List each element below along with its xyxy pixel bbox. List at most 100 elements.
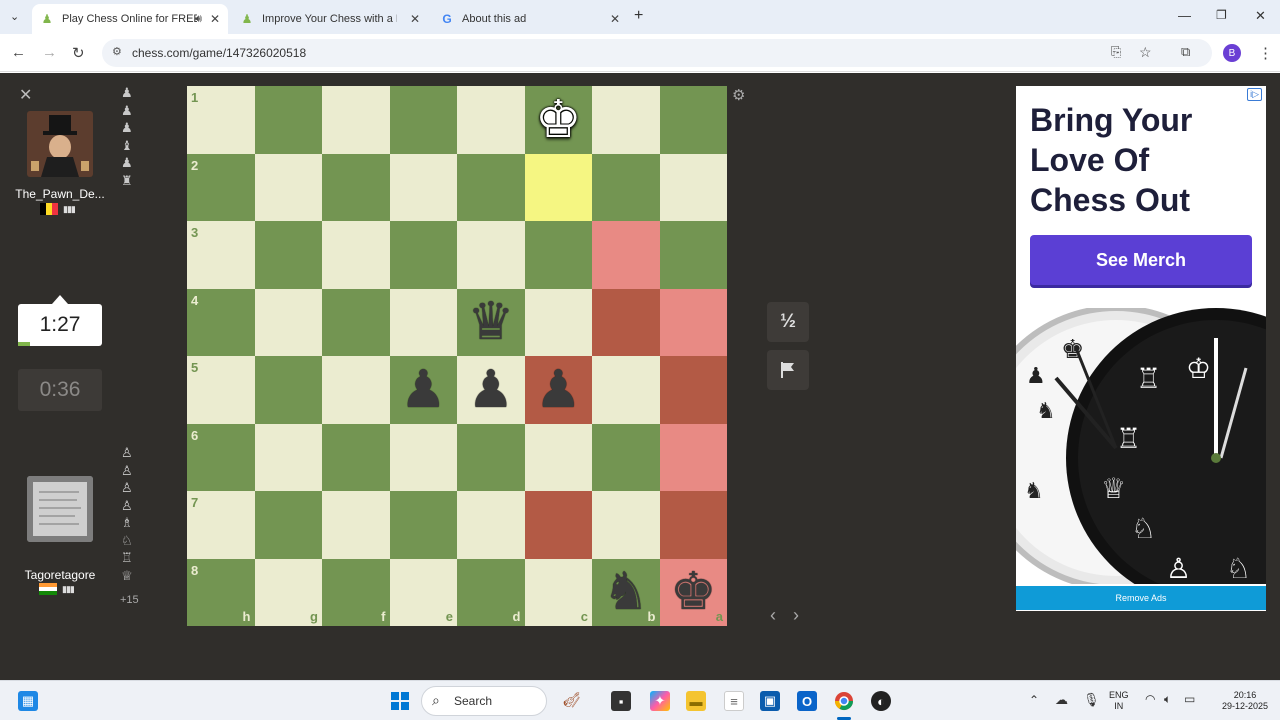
board-square[interactable]: d (457, 558, 525, 626)
windows-start-icon[interactable] (390, 691, 410, 711)
extensions-icon[interactable]: ⧉ (1181, 44, 1190, 60)
input-language[interactable]: ENG IN (1109, 690, 1129, 712)
board-square[interactable] (592, 221, 660, 289)
install-app-icon[interactable]: ⎘ (1111, 44, 1121, 60)
bookmark-star-icon[interactable]: ☆ (1139, 44, 1152, 61)
board-square[interactable]: ♟ (457, 356, 525, 424)
board-square[interactable] (524, 221, 592, 289)
board-square[interactable] (524, 423, 592, 491)
board-square[interactable] (254, 221, 322, 289)
close-tab-icon[interactable]: ✕ (210, 12, 220, 26)
reload-icon[interactable]: ↻ (72, 44, 85, 62)
store-icon[interactable]: ▣ (760, 691, 780, 711)
board-square[interactable] (389, 288, 457, 356)
outlook-icon[interactable]: O (797, 691, 817, 711)
board-square[interactable] (322, 423, 390, 491)
restore-icon[interactable]: ❐ (1216, 8, 1227, 22)
board-square[interactable]: 8h (187, 558, 255, 626)
board-square[interactable] (322, 153, 390, 221)
remove-ads-button[interactable]: Remove Ads (1016, 586, 1266, 610)
board-square[interactable] (592, 86, 660, 154)
board-square[interactable] (389, 153, 457, 221)
tab-search-chevron-icon[interactable]: ⌄ (10, 10, 19, 23)
close-icon[interactable]: ✕ (19, 85, 32, 105)
taskbar-search-input[interactable]: ⌕ Search 🎻︎ (421, 686, 581, 716)
avatar[interactable] (27, 476, 93, 542)
tab-about-ad[interactable]: G About this ad ✕ (432, 4, 628, 34)
board-square[interactable] (659, 288, 727, 356)
draw-offer-button[interactable]: ½ (767, 302, 809, 342)
next-move-icon[interactable]: › (793, 605, 799, 626)
board-square[interactable] (389, 423, 457, 491)
board-square[interactable] (457, 153, 525, 221)
volume-icon[interactable]: 🔈︎ (1164, 692, 1171, 707)
board-square[interactable]: ♛ (457, 288, 525, 357)
board-square[interactable]: e (389, 558, 457, 626)
black-knight-icon[interactable]: ♞ (592, 559, 660, 627)
board-square[interactable] (457, 423, 525, 491)
settings-gear-icon[interactable]: ⚙ (732, 86, 745, 104)
close-tab-icon[interactable]: ✕ (410, 12, 420, 26)
advertisement[interactable]: i▷ Bring Your Love Of Chess Out See Merc… (1016, 86, 1266, 611)
file-explorer-icon[interactable]: ▬ (686, 691, 706, 711)
avatar[interactable] (27, 111, 93, 177)
notepad-icon[interactable]: ≡ (724, 691, 744, 711)
profile-avatar[interactable]: B (1223, 44, 1241, 62)
minimize-icon[interactable]: — (1178, 8, 1191, 23)
system-clock[interactable]: 20:16 29-12-2025 (1222, 690, 1268, 712)
board-square[interactable] (389, 221, 457, 289)
chevron-up-icon[interactable]: ⌃ (1029, 693, 1039, 707)
previous-move-icon[interactable]: ‹ (770, 605, 776, 626)
battery-icon[interactable]: ▭ (1184, 692, 1195, 706)
board-square[interactable]: 2 (187, 153, 255, 221)
board-square[interactable] (254, 288, 322, 356)
black-pawn-icon[interactable]: ♟ (457, 356, 525, 424)
board-square[interactable] (389, 491, 457, 559)
board-square[interactable]: g (254, 558, 322, 626)
network-cloud-icon[interactable]: ☁︎ (1055, 692, 1068, 708)
close-tab-icon[interactable]: ✕ (610, 12, 620, 26)
close-window-icon[interactable]: ✕ (1255, 8, 1266, 24)
board-square[interactable] (254, 153, 322, 221)
board-square[interactable] (322, 491, 390, 559)
board-square[interactable]: f (322, 558, 390, 626)
board-square[interactable] (659, 221, 727, 289)
board-square[interactable] (254, 86, 322, 154)
wifi-icon[interactable]: ◠ (1145, 692, 1155, 706)
board-square[interactable] (254, 356, 322, 424)
board-square[interactable] (457, 221, 525, 289)
copilot-icon[interactable]: ✦ (650, 691, 670, 711)
board-square[interactable] (659, 491, 727, 559)
board-square[interactable] (322, 356, 390, 424)
white-king-icon[interactable]: ♚ (525, 86, 593, 154)
board-square[interactable] (322, 86, 390, 154)
speaker-icon[interactable]: 🔊︎ (195, 13, 202, 26)
board-square[interactable] (322, 221, 390, 289)
board-square[interactable] (254, 491, 322, 559)
see-merch-button[interactable]: See Merch (1030, 235, 1252, 285)
board-square[interactable]: ♟ (524, 356, 593, 424)
microphone-icon[interactable]: 🎙︎ (1083, 692, 1100, 708)
board-square[interactable]: 5 (187, 356, 255, 424)
address-bar[interactable]: ⚙ chess.com/game/147326020518 (102, 39, 1212, 67)
resign-button[interactable] (767, 350, 809, 390)
board-square[interactable] (659, 423, 727, 491)
black-king-icon[interactable]: ♚ (660, 559, 728, 627)
board-square[interactable]: c (524, 558, 592, 626)
site-info-icon[interactable]: ⚙ (112, 45, 122, 58)
black-queen-icon[interactable]: ♛ (457, 289, 525, 357)
tab-play-chess[interactable]: ♟ Play Chess Online for FREE 🔊︎ ✕ (32, 4, 228, 34)
board-square[interactable] (659, 86, 727, 154)
board-square[interactable]: 4 (187, 288, 255, 356)
black-pawn-icon[interactable]: ♟ (525, 356, 593, 424)
board-square[interactable] (592, 491, 660, 559)
board-square[interactable] (592, 423, 660, 491)
board-square[interactable] (592, 153, 660, 221)
board-square[interactable] (457, 86, 525, 154)
board-square[interactable] (524, 153, 592, 221)
board-square[interactable] (524, 491, 592, 559)
back-icon[interactable]: ← (11, 44, 26, 61)
board-square[interactable] (457, 491, 525, 559)
board-square[interactable] (524, 288, 592, 356)
board-square[interactable] (322, 288, 390, 356)
